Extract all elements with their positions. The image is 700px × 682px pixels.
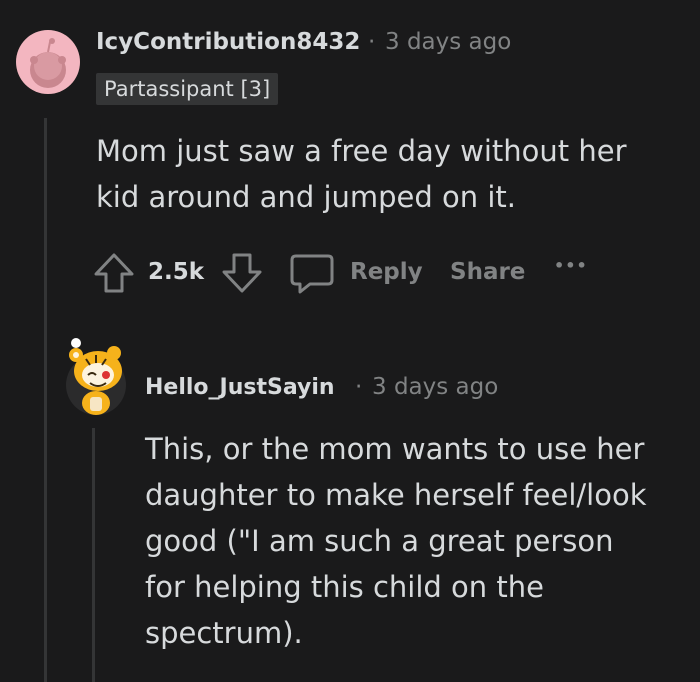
comment-body: Mom just saw a free day without her kid …	[96, 128, 627, 220]
user-flair: Partassipant [3]	[96, 73, 279, 105]
upvote-icon[interactable]	[92, 250, 136, 300]
reply-body-line: daughter to make herself feel/look	[145, 478, 647, 512]
downvote-icon[interactable]	[220, 250, 264, 300]
reply-body-line: This, or the mom wants to use her	[145, 432, 645, 466]
reply-body-line: for helping this child on the	[145, 570, 544, 604]
comment-separator: ·	[368, 29, 376, 55]
thread-line-main[interactable]	[44, 118, 47, 682]
reply-button[interactable]: Reply	[350, 259, 423, 285]
tiger-snoo-avatar-icon	[66, 338, 126, 415]
share-button[interactable]: Share	[450, 259, 525, 285]
thread-line-reply[interactable]	[92, 428, 95, 682]
comment-body-line: kid around and jumped on it.	[96, 180, 516, 214]
reply-timestamp[interactable]: 3 days ago	[372, 374, 498, 400]
reply-body-line: good ("I am such a great person	[145, 524, 614, 558]
avatar[interactable]	[16, 30, 80, 94]
more-options-button[interactable]: •••	[554, 256, 588, 275]
comment-body-line: Mom just saw a free day without her	[96, 134, 627, 168]
comment-timestamp[interactable]: 3 days ago	[385, 29, 511, 55]
reply-avatar[interactable]	[62, 337, 130, 417]
reply-icon[interactable]	[288, 250, 336, 300]
vote-score: 2.5k	[148, 259, 205, 285]
reply-body: This, or the mom wants to use her daught…	[145, 426, 647, 656]
reply-body-line: spectrum).	[145, 616, 303, 650]
reply-separator: ·	[355, 374, 363, 400]
reply-username[interactable]: Hello_JustSayin	[145, 375, 335, 400]
comment-username[interactable]: IcyContribution8432	[96, 29, 360, 55]
snoo-avatar-icon	[30, 38, 66, 88]
comment-actions: 2.5k Reply Share •••	[92, 250, 652, 296]
